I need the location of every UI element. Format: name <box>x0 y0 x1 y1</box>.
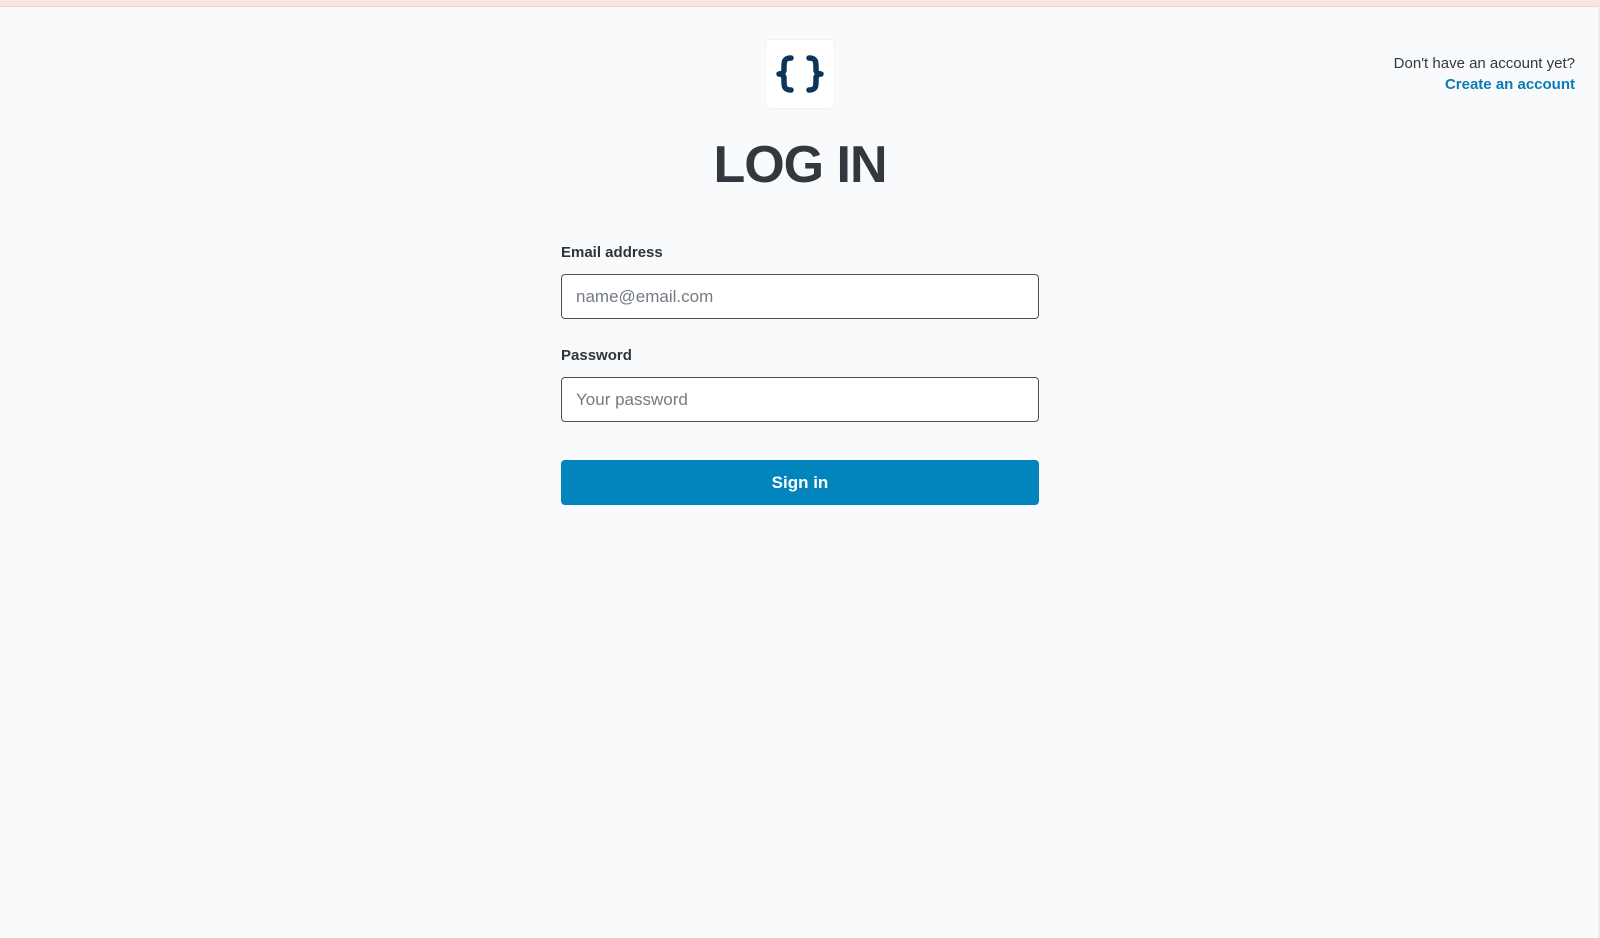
top-edge-strip <box>0 0 1600 7</box>
login-form: Email address Password Sign in <box>561 242 1039 505</box>
signup-prompt: Don't have an account yet? Create an acc… <box>1394 53 1575 95</box>
email-field[interactable] <box>561 274 1039 319</box>
create-account-link[interactable]: Create an account <box>1445 76 1575 93</box>
app-logo <box>766 40 834 108</box>
curly-braces-icon <box>776 55 824 93</box>
signup-question: Don't have an account yet? <box>1393 55 1575 72</box>
email-label: Email address <box>561 244 663 261</box>
page-title: LOG IN <box>713 136 887 194</box>
password-label: Password <box>561 347 632 364</box>
sign-in-button[interactable]: Sign in <box>561 460 1039 505</box>
password-field[interactable] <box>561 377 1039 422</box>
